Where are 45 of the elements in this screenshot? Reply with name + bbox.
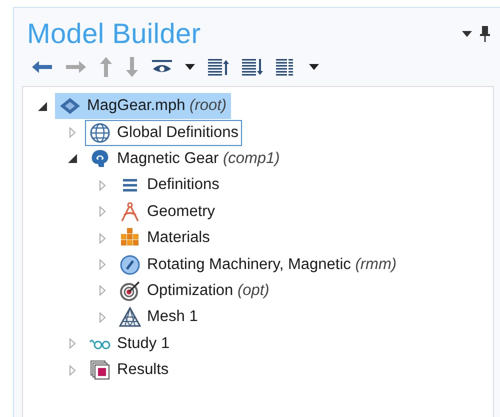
expand-triangle-icon[interactable] xyxy=(98,259,106,270)
pin-button[interactable] xyxy=(478,24,492,44)
expand-triangle-icon[interactable] xyxy=(98,180,106,191)
tree-item[interactable]: Materials xyxy=(115,225,214,252)
collapse-triangle-icon[interactable] xyxy=(68,154,76,164)
expand-triangle-icon[interactable] xyxy=(68,338,76,350)
tree-item[interactable]: Geometry xyxy=(115,198,220,225)
up-arrow-icon xyxy=(99,56,113,78)
tree-item[interactable]: Optimization (opt) xyxy=(115,278,274,304)
dial-icon xyxy=(119,254,141,276)
tree-item[interactable]: Mesh 1 xyxy=(115,304,202,330)
list-down-arrow-icon xyxy=(241,58,263,76)
back-arrow-icon xyxy=(31,60,53,74)
stacked-frames-icon xyxy=(89,359,111,382)
compass-icon xyxy=(119,200,141,223)
panel-title: Model Builder xyxy=(27,18,202,50)
tree-item[interactable]: Rotating Machinery, Magnetic (rmm) xyxy=(115,252,401,278)
toolbar-button[interactable] xyxy=(205,56,231,78)
toolbar-button[interactable] xyxy=(239,56,265,78)
tree-item[interactable]: Definitions xyxy=(115,172,224,198)
collapse-triangle-icon[interactable] xyxy=(38,102,46,111)
tree-item[interactable]: MagGear.mph (root) xyxy=(55,93,231,120)
triangle-mesh-icon xyxy=(119,306,141,328)
expand-triangle-icon[interactable] xyxy=(98,232,106,244)
expand-triangle-icon[interactable] xyxy=(68,364,76,376)
tree-item[interactable]: Magnetic Gear (comp1) xyxy=(85,146,284,172)
list-up-arrow-icon xyxy=(207,58,229,76)
caret-icon xyxy=(185,64,195,70)
globe-icon xyxy=(89,122,111,144)
caret-icon xyxy=(309,64,319,70)
down-arrow-icon xyxy=(125,56,139,78)
tree-item[interactable]: Global Definitions xyxy=(85,120,242,146)
eye-icon xyxy=(151,59,173,75)
target-icon xyxy=(119,280,141,302)
toolbar-button[interactable] xyxy=(307,62,321,72)
expand-triangle-icon[interactable] xyxy=(98,285,106,296)
forward-arrow-icon xyxy=(65,60,87,74)
toolbar-button[interactable] xyxy=(183,62,197,72)
expand-triangle-icon[interactable] xyxy=(98,312,106,323)
expand-triangle-icon[interactable] xyxy=(68,127,76,138)
panel-menu-button[interactable] xyxy=(460,29,474,39)
tree-item[interactable]: Results xyxy=(85,357,173,384)
head-icon xyxy=(89,148,111,170)
expand-triangle-icon[interactable] xyxy=(98,206,106,218)
tree-item[interactable]: Study 1 xyxy=(85,330,174,357)
